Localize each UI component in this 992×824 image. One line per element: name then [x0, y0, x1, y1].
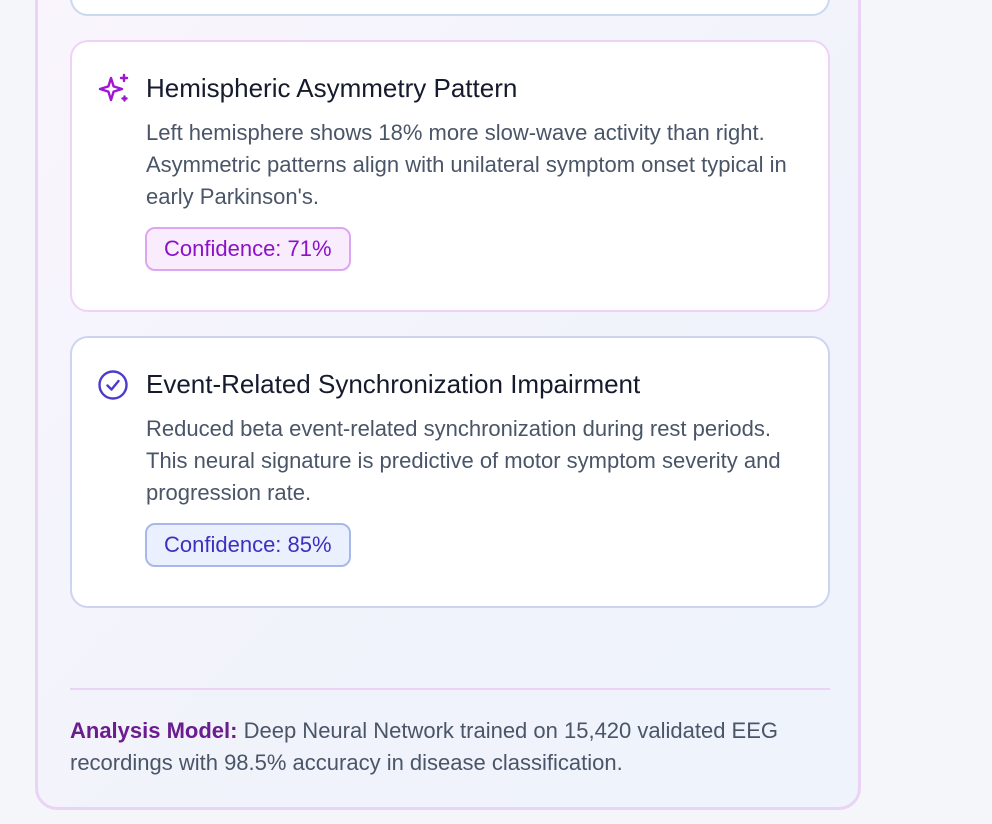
divider — [70, 688, 830, 690]
insight-description: Left hemisphere shows 18% more slow-wave… — [146, 120, 787, 209]
sparkles-icon — [97, 72, 131, 106]
insight-card-event-related-synchronization: Event-Related Synchronization Impairment… — [70, 336, 830, 608]
insight-title: Hemispheric Asymmetry Pattern — [146, 73, 518, 103]
insight-card-hemispheric-asymmetry: Hemispheric Asymmetry Pattern Left hemis… — [70, 40, 830, 312]
insight-title: Event-Related Synchronization Impairment — [146, 369, 641, 399]
model-note: Analysis Model: Deep Neural Network trai… — [70, 715, 840, 779]
insight-description: Reduced beta event-related synchronizati… — [146, 416, 781, 505]
check-circle-icon — [97, 368, 131, 402]
model-note-label: Analysis Model: — [70, 718, 238, 743]
confidence-badge: Confidence: 71% — [145, 227, 351, 271]
confidence-badge: Confidence: 85% — [145, 523, 351, 567]
insight-card-partial — [70, 0, 830, 16]
